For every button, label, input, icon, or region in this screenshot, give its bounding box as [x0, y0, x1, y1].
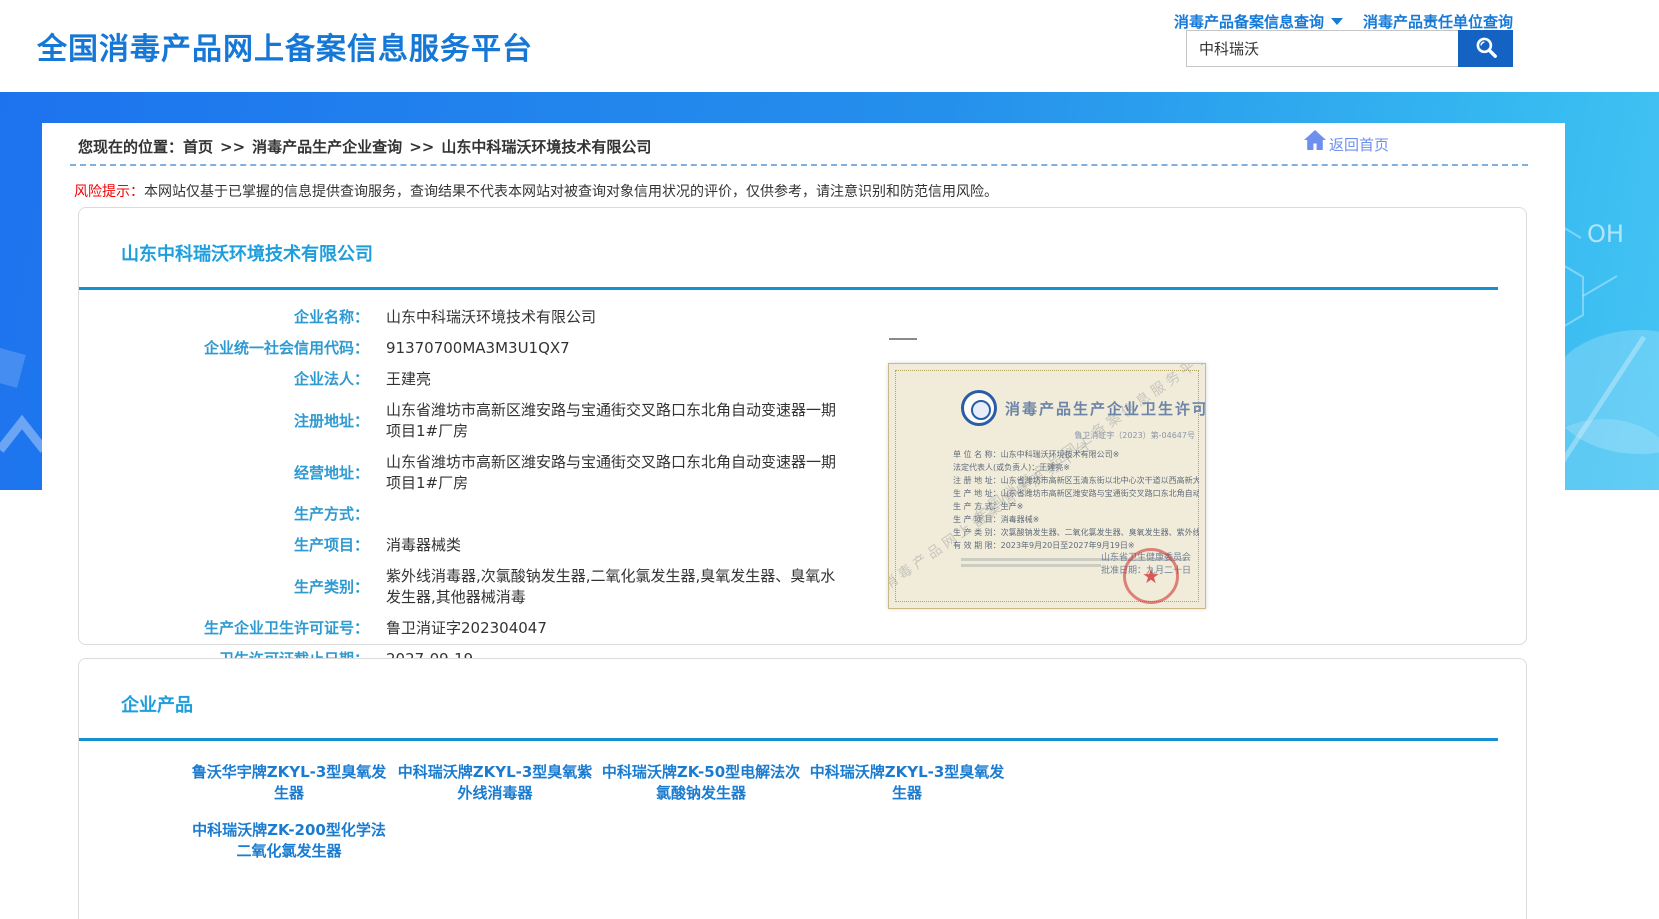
- company-fields: 企业名称： 山东中科瑞沃环境技术有限公司 企业统一社会信用代码： 9137070…: [79, 302, 979, 675]
- dashed-divider: [70, 164, 1528, 166]
- breadcrumb-home[interactable]: 首页: [183, 138, 213, 156]
- page: 全国消毒产品网上备案信息服务平台 消毒产品备案信息查询 消毒产品责任单位查询: [0, 0, 1659, 919]
- company-card-title: 山东中科瑞沃环境技术有限公司: [121, 240, 373, 266]
- field-row-production-project: 生产项目： 消毒器械类: [79, 530, 979, 561]
- risk-notice-label: 风险提示：: [74, 184, 144, 200]
- risk-notice: 风险提示：本网站仅基于已掌握的信息提供查询服务，查询结果不代表本网站对被查询对象…: [74, 181, 998, 201]
- certificate-fine-print: [961, 564, 1101, 567]
- breadcrumb: 您现在的位置：首页>>消毒产品生产企业查询>>山东中科瑞沃环境技术有限公司: [78, 136, 651, 157]
- chevron-down-icon: [1331, 18, 1343, 25]
- search-input[interactable]: [1186, 30, 1458, 67]
- product-link[interactable]: 中科瑞沃牌ZKYL-3型臭氧紫外线消毒器: [392, 762, 598, 804]
- risk-notice-text: 本网站仅基于已掌握的信息提供查询服务，查询结果不代表本网站对被查询对象信用状况的…: [144, 184, 998, 200]
- products-card-title: 企业产品: [121, 691, 193, 717]
- certificate-title: 消毒产品生产企业卫生许可证: [1005, 398, 1206, 419]
- certificate-detail-lines: 单 位 名 称：山东中科瑞沃环境技术有限公司※ 法定代表人(或负责人)：王建亮※…: [953, 448, 1199, 552]
- certificate-number: 鲁卫消证字（2023）第-04647号: [1074, 430, 1195, 441]
- field-row-company-name: 企业名称： 山东中科瑞沃环境技术有限公司: [79, 302, 979, 333]
- product-link[interactable]: 鲁沃华宇牌ZKYL-3型臭氧发生器: [186, 762, 392, 804]
- field-row-legal-person: 企业法人： 王建亮: [79, 364, 979, 395]
- products-card: 企业产品 鲁沃华宇牌ZKYL-3型臭氧发生器 中科瑞沃牌ZKYL-3型臭氧紫外线…: [78, 658, 1527, 919]
- field-row-hygiene-license-no: 生产企业卫生许可证号： 鲁卫消证字202304047: [79, 613, 979, 644]
- field-row-registered-address: 注册地址： 山东省潍坊市高新区潍安路与宝通街交叉路口东北角自动变速器一期项目1#…: [79, 395, 979, 447]
- home-icon: [1303, 129, 1329, 155]
- hygiene-license-certificate-image: 全国消毒产品网上备案信息服务平台 全国消毒产品网上备案信息服务平台 消毒产品生产…: [888, 363, 1206, 609]
- site-title: 全国消毒产品网上备案信息服务平台: [37, 24, 533, 68]
- banner-left-decoration: [0, 290, 45, 490]
- certificate-emblem-icon: [961, 390, 997, 426]
- back-home-link[interactable]: 返回首页: [1303, 129, 1389, 155]
- breadcrumb-prefix: 您现在的位置：: [78, 138, 183, 156]
- nav-link-record-info-query[interactable]: 消毒产品备案信息查询: [1174, 11, 1343, 32]
- products-card-divider: [79, 738, 1498, 741]
- company-card-divider: [79, 287, 1498, 290]
- company-info-card: 山东中科瑞沃环境技术有限公司 企业名称： 山东中科瑞沃环境技术有限公司 企业统一…: [78, 207, 1527, 645]
- svg-text:OH: OH: [1587, 220, 1624, 248]
- search-icon: [1473, 34, 1499, 63]
- certificate-dash-mark: [889, 338, 917, 340]
- field-row-production-category: 生产类别： 紫外线消毒器,次氯酸钠发生器,二氧化氯发生器,臭氧发生器、臭氧水发生…: [79, 561, 979, 613]
- product-link[interactable]: 中科瑞沃牌ZK-200型化学法二氧化氯发生器: [186, 820, 392, 862]
- breadcrumb-current: 山东中科瑞沃环境技术有限公司: [441, 138, 651, 156]
- field-row-business-address: 经营地址： 山东省潍坊市高新区潍安路与宝通街交叉路口东北角自动变速器一期项目1#…: [79, 447, 979, 499]
- product-list: 鲁沃华宇牌ZKYL-3型臭氧发生器 中科瑞沃牌ZKYL-3型臭氧紫外线消毒器 中…: [186, 762, 1016, 878]
- top-nav: 消毒产品备案信息查询 消毒产品责任单位查询: [1174, 11, 1513, 32]
- field-row-production-method: 生产方式：: [79, 499, 979, 530]
- breadcrumb-enterprise-query[interactable]: 消毒产品生产企业查询: [252, 138, 402, 156]
- nav-link-responsible-unit-query[interactable]: 消毒产品责任单位查询: [1363, 11, 1513, 32]
- red-seal-stamp: ★: [1123, 548, 1179, 604]
- field-row-credit-code: 企业统一社会信用代码： 91370700MA3M3U1QX7: [79, 333, 979, 364]
- product-link[interactable]: 中科瑞沃牌ZK-50型电解法次氯酸钠发生器: [598, 762, 804, 804]
- search-button[interactable]: [1458, 30, 1513, 67]
- search-bar: [1186, 30, 1513, 67]
- product-link[interactable]: 中科瑞沃牌ZKYL-3型臭氧发生器: [804, 762, 1010, 804]
- content-panel: 您现在的位置：首页>>消毒产品生产企业查询>>山东中科瑞沃环境技术有限公司 返回…: [42, 123, 1565, 919]
